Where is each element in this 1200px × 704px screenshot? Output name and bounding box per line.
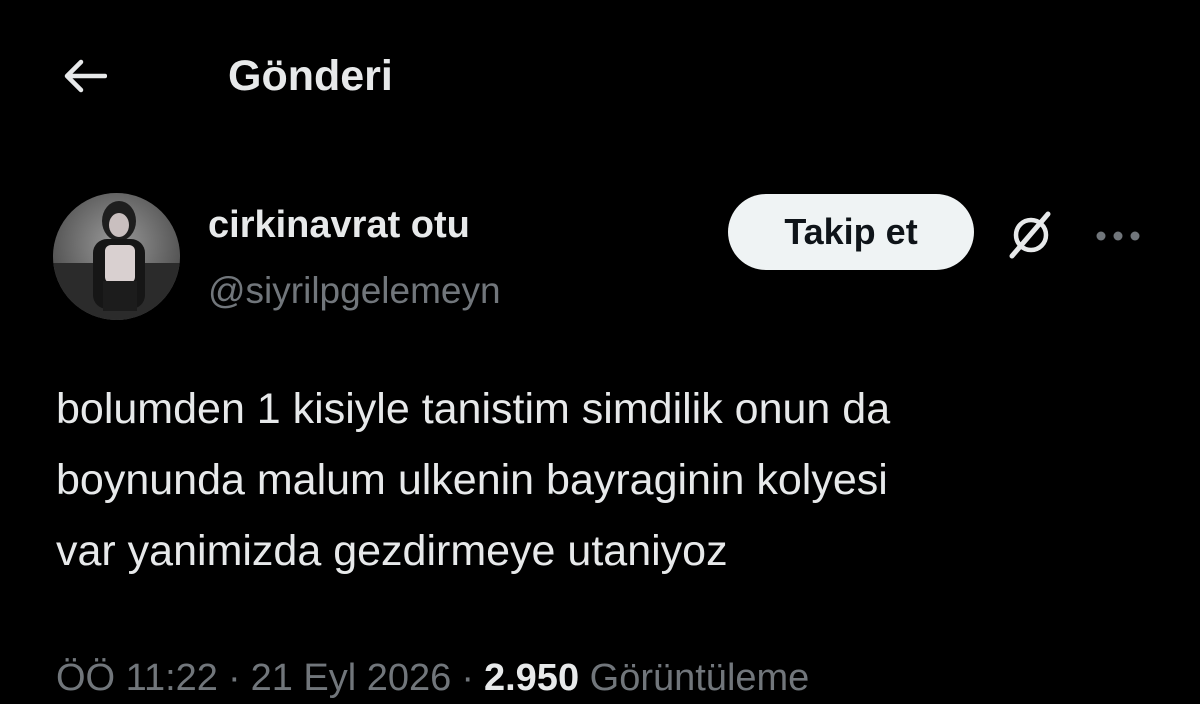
- meta-separator: ·: [227, 657, 241, 699]
- meta-separator: ·: [461, 657, 474, 699]
- top-bar: Gönderi: [0, 0, 1200, 150]
- post-time[interactable]: ÖÖ 11:22: [56, 657, 218, 699]
- back-button[interactable]: [56, 52, 112, 100]
- view-count-label: Görüntüleme: [589, 657, 810, 699]
- view-count: 2.950: [483, 657, 580, 699]
- page-title: Gönderi: [228, 52, 393, 100]
- author-handle[interactable]: @siyrilpgelemeyn: [208, 266, 501, 316]
- profile-photo: [53, 193, 180, 320]
- author-display-name[interactable]: cirkinavrat otu: [208, 200, 470, 250]
- grok-icon: [1009, 211, 1051, 259]
- post-date[interactable]: 21 Eyl 2026: [251, 657, 452, 699]
- arrow-left-icon: [64, 59, 107, 93]
- post-meta: ÖÖ 11:22 · 21 Eyl 2026 · 2.950 Görüntüleme: [56, 652, 809, 704]
- post-text: bolumden 1 kisiyle tanistim simdilik onu…: [56, 385, 891, 575]
- post-screen: Gönderi cirkinavrat otu @siyrilpgelemeyn…: [0, 0, 1200, 704]
- grok-button[interactable]: [1000, 204, 1062, 266]
- more-dots-icon: [1096, 231, 1140, 241]
- follow-button[interactable]: Takip et: [728, 194, 974, 270]
- avatar[interactable]: [53, 193, 180, 320]
- more-options-button[interactable]: [1090, 208, 1146, 264]
